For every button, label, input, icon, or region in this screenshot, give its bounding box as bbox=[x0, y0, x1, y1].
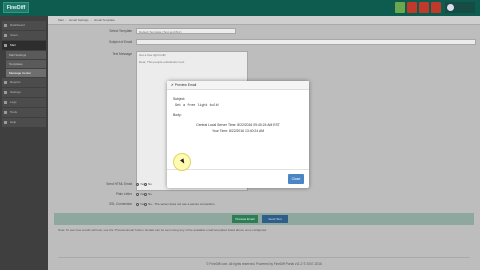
template-select[interactable]: Default Template (Text and Bcc) bbox=[136, 28, 236, 34]
ssl-label: SSL Connection bbox=[109, 202, 132, 206]
user-menu[interactable] bbox=[445, 2, 475, 13]
dashboard-icon bbox=[4, 24, 7, 27]
page-footer: © FineDiff.com. All rights reserved. Pow… bbox=[206, 262, 322, 266]
breadcrumb-item: Email Template bbox=[94, 18, 115, 22]
sidebar-item-mail[interactable]: Mail bbox=[2, 41, 46, 50]
sidebar-item-tools[interactable]: Tools bbox=[2, 108, 46, 117]
html-email-label: Send HTML Email bbox=[106, 182, 132, 186]
help-icon bbox=[4, 121, 7, 124]
body-line: Dear, This people-substitution text bbox=[139, 60, 185, 64]
task-icon[interactable] bbox=[431, 2, 441, 13]
sidebar-item-help[interactable]: Help bbox=[2, 118, 46, 127]
subject-label: Subject of Email bbox=[108, 40, 132, 44]
close-button[interactable]: Close bbox=[288, 174, 304, 184]
sidebar-item-dashboard[interactable]: Dashboard bbox=[2, 21, 46, 30]
sidebar-subitem-message-center[interactable]: Message Center bbox=[6, 69, 46, 77]
breadcrumb: Mail › Email Settings › Email Template bbox=[48, 16, 480, 25]
preview-email-modal: ✔ Preview Email Subject: Get a free ligh… bbox=[167, 81, 309, 188]
sidebar-subitem-templates[interactable]: Templates bbox=[6, 60, 46, 68]
reports-icon bbox=[4, 81, 7, 84]
form-action-bar: Preview Email Send Test bbox=[54, 213, 474, 225]
logs-icon bbox=[4, 101, 7, 104]
plain-no-radio[interactable]: No bbox=[144, 192, 152, 196]
sidebar-item-settings[interactable]: Settings bbox=[2, 88, 46, 97]
breadcrumb-item[interactable]: Email Settings bbox=[69, 18, 88, 22]
sidebar-item-logs[interactable]: Logs bbox=[2, 98, 46, 107]
users-icon bbox=[4, 34, 7, 37]
sidebar-item-users[interactable]: Users bbox=[2, 31, 46, 40]
send-test-button[interactable]: Send Test bbox=[262, 215, 288, 223]
message-icon[interactable] bbox=[419, 2, 429, 13]
avatar bbox=[447, 4, 454, 11]
modal-server-time: Central Local Server Time: 8/22/2016 09:… bbox=[196, 123, 280, 127]
sidebar-subitem-mail-settings[interactable]: Mail Settings bbox=[6, 51, 46, 59]
html-no-radio[interactable]: No bbox=[144, 182, 152, 186]
preview-email-button[interactable]: Preview Email bbox=[232, 215, 258, 223]
modal-footer: Close bbox=[167, 169, 309, 188]
modal-subject-label: Subject: bbox=[173, 97, 186, 101]
template-label: Select Template bbox=[109, 29, 132, 33]
sidebar-item-reports[interactable]: Reports bbox=[2, 78, 46, 87]
plain-letter-label: Plain Letter bbox=[115, 192, 132, 196]
subject-input[interactable] bbox=[136, 39, 476, 45]
modal-your-time: Your Time: 8/22/2016 13:40:24 AM bbox=[211, 129, 265, 133]
modal-title: ✔ Preview Email bbox=[167, 81, 309, 90]
sidebar: Dashboard Users Mail Mail Settings Templ… bbox=[0, 16, 48, 270]
breadcrumb-item[interactable]: Mail bbox=[58, 18, 64, 22]
modal-body-label: Body: bbox=[173, 113, 182, 117]
tools-icon bbox=[4, 111, 7, 114]
alert-icon[interactable] bbox=[407, 2, 417, 13]
modal-subject: Get a free light bulb! bbox=[175, 104, 220, 108]
ssl-no-radio[interactable]: No - The server does not use a secure co… bbox=[144, 202, 214, 206]
mail-icon bbox=[4, 44, 7, 47]
body-label: Text Message bbox=[112, 52, 132, 56]
body-line: Get a free light bulb! bbox=[139, 53, 167, 57]
help-note: Note: To see how emails will look, use t… bbox=[58, 228, 470, 258]
top-navigation-bar: FineDiff bbox=[0, 0, 480, 16]
brand-logo[interactable]: FineDiff bbox=[3, 2, 29, 13]
gear-icon bbox=[4, 91, 7, 94]
green-notification-icon[interactable] bbox=[395, 2, 405, 13]
